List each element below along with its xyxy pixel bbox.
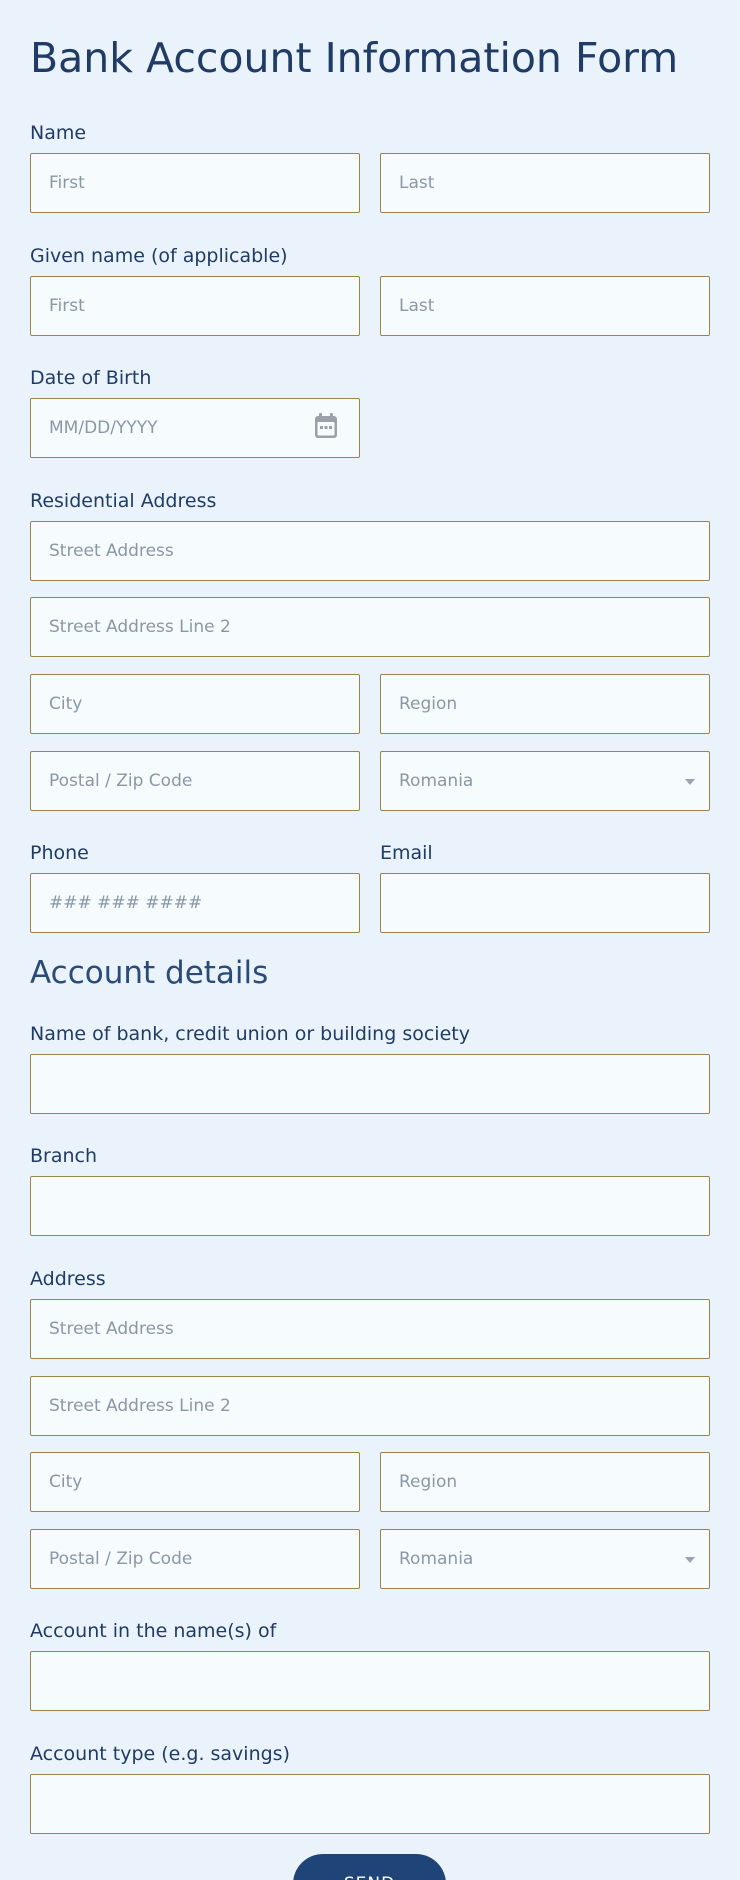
bank-country-value: Romania — [399, 1549, 474, 1569]
phone-label: Phone — [30, 842, 89, 864]
residential-city-input[interactable] — [30, 674, 360, 734]
form-title: Bank Account Information Form — [30, 34, 679, 82]
account-type-label: Account type (e.g. savings) — [30, 1743, 290, 1765]
bank-street2-input[interactable] — [30, 1376, 710, 1436]
email-input[interactable] — [380, 873, 710, 933]
name-first-input[interactable] — [30, 153, 360, 213]
account-names-label: Account in the name(s) of — [30, 1620, 277, 1642]
bank-postal-input[interactable] — [30, 1529, 360, 1589]
residential-country-select[interactable]: Romania — [380, 751, 710, 811]
account-type-input[interactable] — [30, 1774, 710, 1834]
residential-street2-input[interactable] — [30, 597, 710, 657]
account-names-input[interactable] — [30, 1651, 710, 1711]
branch-label: Branch — [30, 1145, 98, 1167]
send-button[interactable]: SEND — [293, 1854, 446, 1880]
branch-input[interactable] — [30, 1176, 710, 1236]
calendar-icon[interactable] — [314, 413, 338, 439]
dob-input[interactable] — [30, 398, 360, 458]
given-name-first-input[interactable] — [30, 276, 360, 336]
chevron-down-icon — [685, 1557, 695, 1563]
name-label: Name — [30, 122, 87, 144]
chevron-down-icon — [685, 779, 695, 785]
bank-city-input[interactable] — [30, 1452, 360, 1512]
bank-address-label: Address — [30, 1268, 106, 1290]
phone-input[interactable] — [30, 873, 360, 933]
bank-country-select[interactable]: Romania — [380, 1529, 710, 1589]
bank-name-label: Name of bank, credit union or building s… — [30, 1023, 470, 1045]
name-last-input[interactable] — [380, 153, 710, 213]
account-details-heading: Account details — [30, 955, 269, 991]
residential-region-input[interactable] — [380, 674, 710, 734]
residential-address-label: Residential Address — [30, 490, 217, 512]
given-name-last-input[interactable] — [380, 276, 710, 336]
bank-street-input[interactable] — [30, 1299, 710, 1359]
bank-region-input[interactable] — [380, 1452, 710, 1512]
dob-label: Date of Birth — [30, 367, 152, 389]
bank-name-input[interactable] — [30, 1054, 710, 1114]
given-name-label: Given name (of applicable) — [30, 245, 288, 267]
residential-street-input[interactable] — [30, 521, 710, 581]
email-label: Email — [380, 842, 433, 864]
residential-postal-input[interactable] — [30, 751, 360, 811]
residential-country-value: Romania — [399, 771, 474, 791]
form-page: Bank Account Information Form Name Given… — [0, 0, 740, 1880]
